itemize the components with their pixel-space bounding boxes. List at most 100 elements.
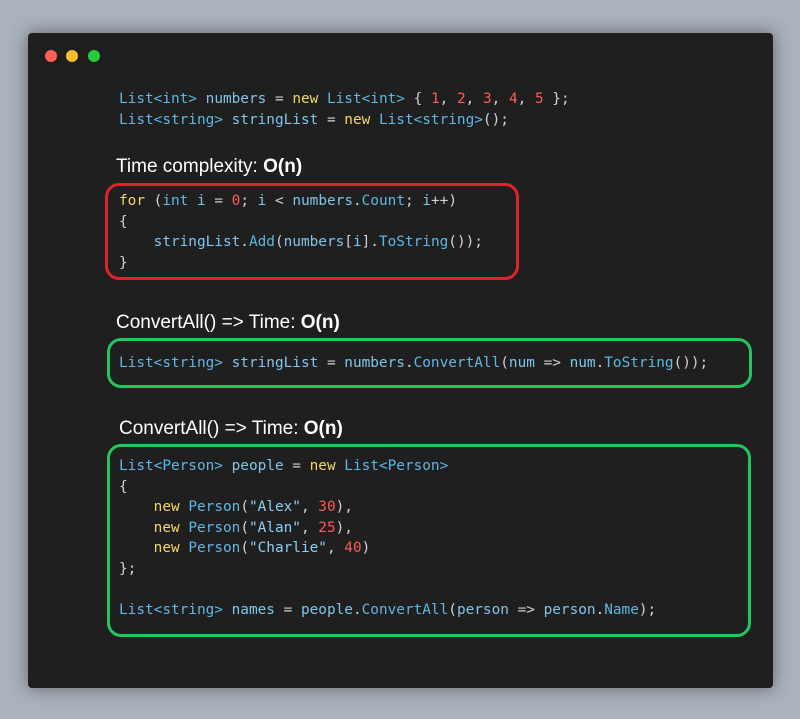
code-token: 2 bbox=[456, 91, 466, 107]
code-line: }; bbox=[119, 561, 136, 577]
code-line: List<string> names = people.ConvertAll(p… bbox=[119, 602, 656, 618]
code-token: i bbox=[352, 234, 362, 250]
code-token: "Alan" bbox=[248, 519, 301, 536]
code-token: (); bbox=[482, 111, 509, 128]
code-token: }; bbox=[119, 560, 137, 577]
code-line: List<int> numbers = new List<int> { 1, 2… bbox=[119, 91, 570, 107]
code-token: List<int> bbox=[326, 91, 405, 107]
code-token: ()); bbox=[673, 355, 709, 371]
code-token: 4 bbox=[508, 91, 518, 107]
code-token: . bbox=[353, 193, 362, 209]
code-token: = bbox=[318, 355, 345, 371]
code-token: ( bbox=[240, 540, 249, 556]
code-token: i bbox=[197, 193, 206, 209]
code-token: = bbox=[266, 91, 293, 107]
code-token: { bbox=[119, 478, 128, 495]
code-token: Person bbox=[188, 519, 241, 536]
code-line: { bbox=[119, 214, 128, 230]
code-token: . bbox=[352, 601, 362, 618]
code-token: new bbox=[292, 91, 319, 107]
code-token: ( bbox=[500, 355, 509, 371]
code-token: ToString bbox=[604, 355, 674, 371]
minimize-button-icon[interactable] bbox=[66, 50, 78, 62]
code-line: List<string> stringList = new List<strin… bbox=[119, 112, 509, 128]
code-token: , bbox=[517, 91, 535, 107]
code-token: List<string> bbox=[119, 355, 223, 371]
code-token: new bbox=[153, 519, 180, 536]
heading-time-complexity: Time complexity: O(n) bbox=[116, 156, 303, 177]
code-token: = bbox=[274, 601, 301, 618]
code-token: ( bbox=[145, 193, 163, 209]
code-line: } bbox=[119, 255, 128, 271]
code-token: ; bbox=[405, 193, 423, 209]
code-token: names bbox=[231, 601, 275, 618]
code-token: num bbox=[569, 355, 596, 371]
code-token: { bbox=[119, 213, 128, 230]
code-token: 30 bbox=[318, 499, 336, 515]
code-token: stringList bbox=[231, 111, 319, 128]
code-line: for (int i = 0; i < numbers.Count; i++) bbox=[119, 193, 457, 209]
code-token: List<string> bbox=[119, 111, 223, 128]
code-token: }; bbox=[543, 91, 570, 107]
code-token: . bbox=[595, 355, 605, 371]
code-token: new bbox=[309, 458, 336, 474]
code-token: Add bbox=[248, 234, 275, 250]
code-token: numbers bbox=[344, 355, 405, 371]
code-token: List<string> bbox=[378, 111, 483, 128]
code-token: . bbox=[404, 355, 414, 371]
code-token: new bbox=[153, 540, 180, 556]
code-token: stringList bbox=[153, 234, 241, 250]
code-token: List<string> bbox=[119, 601, 223, 618]
code-token: "Alex" bbox=[248, 499, 301, 515]
code-token: = bbox=[205, 193, 232, 209]
heading-convertall-1: ConvertAll() => Time: O(n) bbox=[116, 312, 340, 333]
code-token: person bbox=[456, 601, 509, 618]
code-token: Name bbox=[604, 601, 639, 618]
code-token: , bbox=[491, 91, 509, 107]
code-token: { bbox=[404, 91, 431, 107]
code-token: Person bbox=[188, 499, 241, 515]
code-token: List<int> bbox=[119, 91, 197, 107]
code-snippet-for-loop: for (int i = 0; i < numbers.Count; i++) … bbox=[119, 191, 483, 273]
code-token: numbers bbox=[283, 234, 345, 250]
code-token: => bbox=[534, 355, 570, 371]
code-token: [ bbox=[344, 234, 353, 250]
code-token: for bbox=[119, 193, 145, 209]
code-token: , bbox=[300, 519, 319, 536]
code-token: . bbox=[240, 234, 249, 250]
code-line: new Person("Alex", 30), bbox=[119, 499, 353, 515]
close-button-icon[interactable] bbox=[45, 50, 57, 62]
code-token: ), bbox=[335, 519, 353, 536]
code-token: , bbox=[326, 540, 345, 556]
code-token: , bbox=[439, 91, 457, 107]
code-token: ( bbox=[240, 499, 249, 515]
code-token: ]. bbox=[361, 234, 379, 250]
code-token: ; bbox=[240, 193, 258, 209]
code-token: people bbox=[231, 458, 284, 474]
maximize-button-icon[interactable] bbox=[88, 50, 100, 62]
code-line: { bbox=[119, 479, 128, 495]
code-token: ++) bbox=[431, 193, 457, 209]
code-token: num bbox=[508, 355, 535, 371]
code-token: 40 bbox=[344, 540, 362, 556]
code-token: , bbox=[300, 499, 319, 515]
code-token: ); bbox=[638, 601, 657, 618]
code-token: ToString bbox=[378, 234, 449, 250]
code-token: } bbox=[119, 254, 128, 271]
code-token: i bbox=[422, 193, 431, 209]
code-token: 1 bbox=[430, 91, 440, 107]
code-token: Person bbox=[188, 540, 241, 556]
code-token: people bbox=[300, 601, 353, 618]
code-token: ()); bbox=[448, 234, 483, 250]
code-token: 5 bbox=[534, 91, 544, 107]
code-snippet-convertall-people: List<Person> people = new List<Person> {… bbox=[119, 456, 656, 620]
code-token: int bbox=[162, 193, 189, 209]
code-token: stringList bbox=[231, 355, 319, 371]
code-token: = bbox=[283, 458, 310, 474]
